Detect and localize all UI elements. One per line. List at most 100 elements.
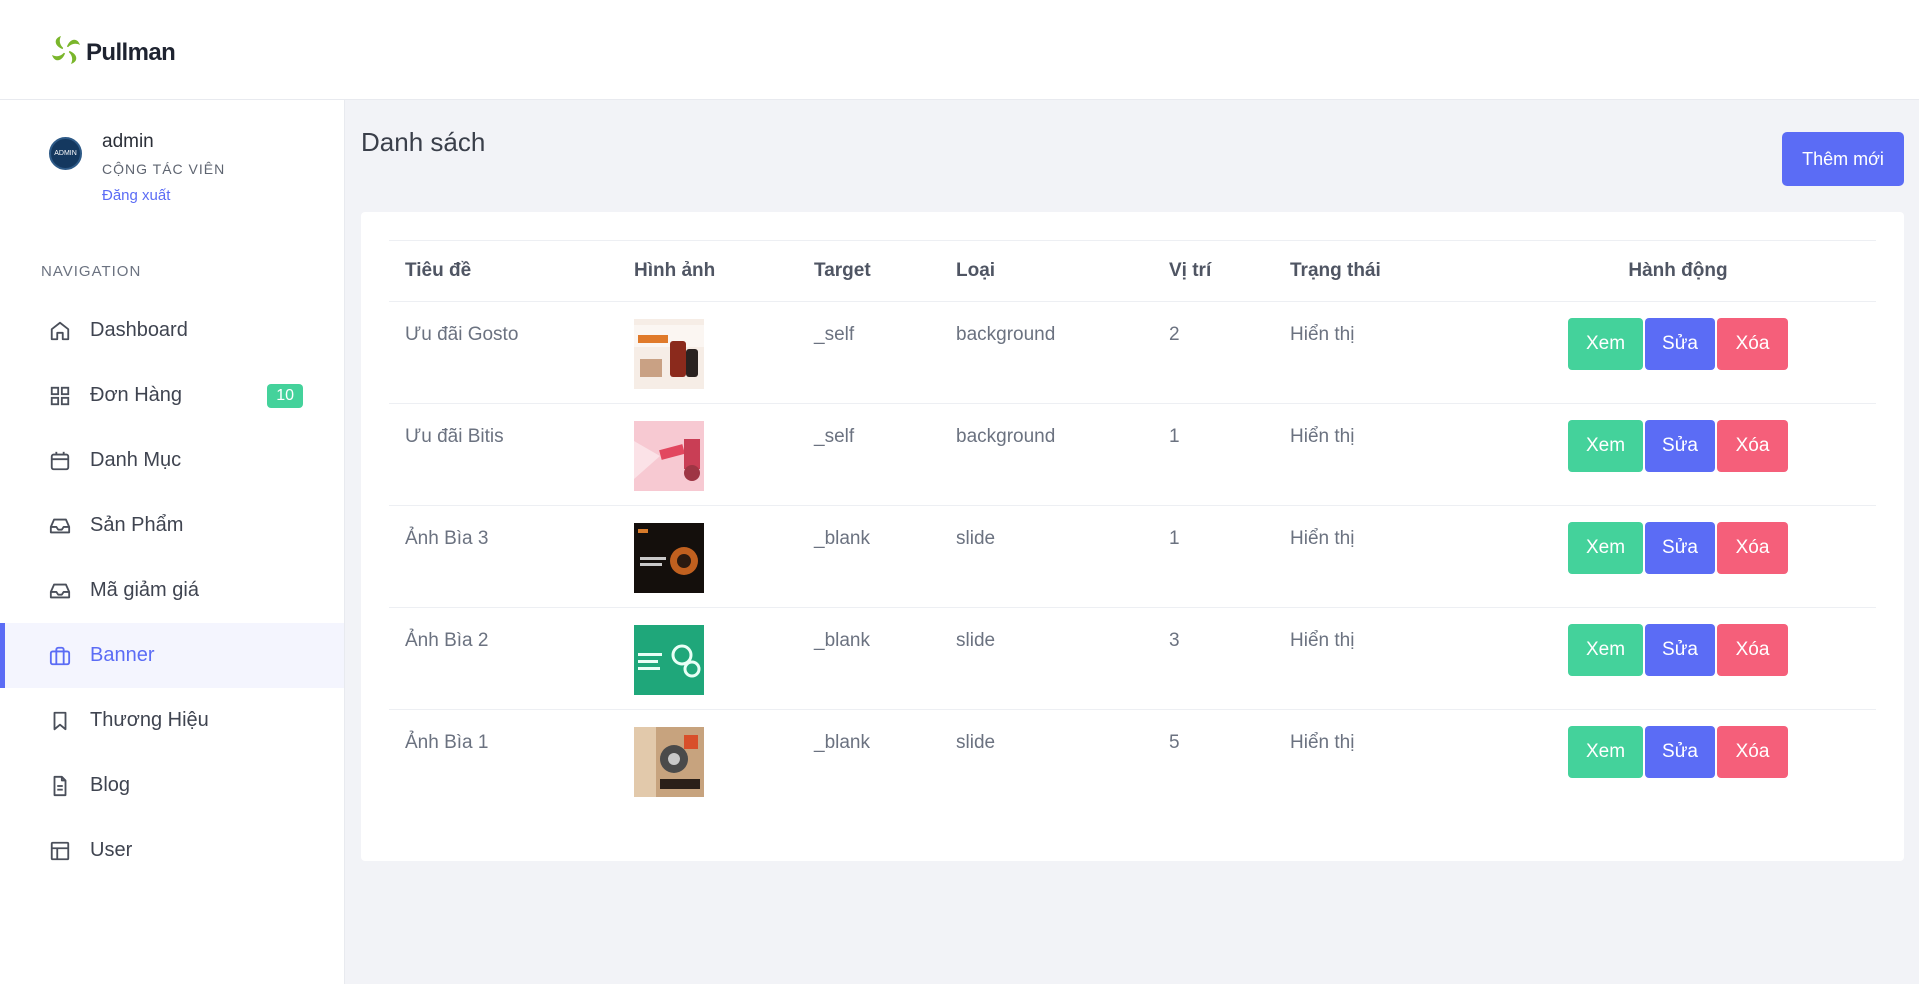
- delete-button[interactable]: Xóa: [1717, 522, 1788, 574]
- cell-actions: Xem Sửa Xóa: [1464, 403, 1876, 506]
- table-row: Ưu đãi Gosto _self background 2 Hiển thị…: [389, 301, 1876, 404]
- cell-position: 1: [1153, 505, 1274, 608]
- layout-icon: [49, 840, 71, 862]
- delete-button[interactable]: Xóa: [1717, 726, 1788, 778]
- sidebar-item-products[interactable]: Sản Phẩm: [0, 493, 344, 558]
- cell-title: Ảnh Bìa 1: [405, 732, 489, 753]
- cell-image: [618, 710, 798, 812]
- cell-position: 5: [1169, 732, 1180, 753]
- inbox-icon: [49, 580, 71, 602]
- cell-actions: Xem Sửa Xóa: [1464, 607, 1876, 710]
- cell-position: 3: [1153, 607, 1274, 710]
- cell-image: [618, 301, 798, 404]
- table-header-row: Tiêu đề Hình ảnh Target Loại Vị trí Trạn…: [389, 240, 1876, 302]
- banner-thumbnail[interactable]: [634, 421, 704, 491]
- cell-title: Ưu đãi Gosto: [389, 301, 618, 404]
- calendar-icon: [49, 450, 71, 472]
- briefcase-icon: [49, 645, 71, 667]
- home-icon: [49, 320, 71, 342]
- edit-button[interactable]: Sửa: [1645, 726, 1715, 778]
- cell-type: slide: [940, 607, 1153, 710]
- view-button[interactable]: Xem: [1568, 624, 1643, 676]
- cell-status: Hiển thị: [1290, 732, 1355, 753]
- cell-actions: Xem Sửa Xóa: [1464, 301, 1876, 404]
- cell-actions: Xem Sửa Xóa: [1464, 710, 1876, 812]
- cell-image: [618, 403, 798, 506]
- sidebar-item-user[interactable]: User: [0, 818, 344, 883]
- column-header-title[interactable]: Tiêu đề: [389, 240, 618, 302]
- column-header-position[interactable]: Vị trí: [1153, 240, 1274, 302]
- logout-link[interactable]: Đăng xuất: [102, 187, 170, 204]
- cell-image: [618, 607, 798, 710]
- sidebar-item-label: User: [90, 839, 133, 861]
- banner-table: Tiêu đề Hình ảnh Target Loại Vị trí Trạn…: [389, 240, 1876, 812]
- nav-list: Dashboard Đơn Hàng 10 Danh Mục Sản Phẩm: [0, 298, 344, 883]
- cell-title: Ảnh Bìa 3: [389, 505, 618, 608]
- column-header-type[interactable]: Loại: [940, 240, 1153, 302]
- leaf-swirl-icon: [49, 33, 83, 72]
- page-title: Danh sách: [361, 127, 486, 157]
- avatar[interactable]: ADMIN: [49, 137, 82, 170]
- view-button[interactable]: Xem: [1568, 726, 1643, 778]
- column-header-target[interactable]: Target: [798, 240, 940, 302]
- cell-target: _blank: [798, 505, 940, 608]
- sidebar-item-dashboard[interactable]: Dashboard: [0, 298, 344, 363]
- sidebar-item-label: Dashboard: [90, 319, 188, 341]
- delete-button[interactable]: Xóa: [1717, 420, 1788, 472]
- banner-thumbnail[interactable]: [634, 319, 704, 389]
- inbox-icon: [49, 515, 71, 537]
- view-button[interactable]: Xem: [1568, 318, 1643, 370]
- user-name: admin: [102, 131, 154, 152]
- column-header-image[interactable]: Hình ảnh: [618, 240, 798, 302]
- cell-status: Hiển thị: [1274, 505, 1464, 608]
- sidebar-item-label: Mã giảm giá: [90, 579, 199, 601]
- cell-target: _self: [798, 403, 940, 506]
- sidebar-item-banner[interactable]: Banner: [0, 623, 344, 688]
- cell-status: Hiển thị: [1274, 607, 1464, 710]
- delete-button[interactable]: Xóa: [1717, 624, 1788, 676]
- edit-button[interactable]: Sửa: [1645, 624, 1715, 676]
- sidebar-item-brands[interactable]: Thương Hiệu: [0, 688, 344, 753]
- cell-type: background: [940, 301, 1153, 404]
- brand-logo[interactable]: Pullman: [49, 33, 176, 72]
- edit-button[interactable]: Sửa: [1645, 522, 1715, 574]
- cell-target: _self: [798, 301, 940, 404]
- cell-actions: Xem Sửa Xóa: [1464, 505, 1876, 608]
- sidebar-item-orders[interactable]: Đơn Hàng 10: [0, 363, 344, 428]
- banner-thumbnail[interactable]: [634, 625, 704, 695]
- sidebar-item-label: Sản Phẩm: [90, 514, 184, 536]
- table-row: Ảnh Bìa 3 _blank slide 1 Hiển thị Xem Sử…: [389, 505, 1876, 608]
- delete-button[interactable]: Xóa: [1717, 318, 1788, 370]
- table-row: Ưu đãi Bitis _self background 1 Hiển thị…: [389, 403, 1876, 506]
- brand-name: Pullman: [86, 38, 176, 66]
- view-button[interactable]: Xem: [1568, 522, 1643, 574]
- banner-thumbnail[interactable]: [634, 727, 704, 797]
- sidebar-item-label: Đơn Hàng: [90, 384, 183, 406]
- cell-status: Hiển thị: [1274, 403, 1464, 506]
- cell-target: _blank: [798, 607, 940, 710]
- cell-title: Ảnh Bìa 2: [389, 607, 618, 710]
- edit-button[interactable]: Sửa: [1645, 420, 1715, 472]
- cell-type: slide: [940, 505, 1153, 608]
- edit-button[interactable]: Sửa: [1645, 318, 1715, 370]
- sidebar-item-coupons[interactable]: Mã giảm giá: [0, 558, 344, 623]
- sidebar-item-categories[interactable]: Danh Mục: [0, 428, 344, 493]
- column-header-actions: Hành động: [1464, 240, 1876, 302]
- cell-image: [618, 505, 798, 608]
- view-button[interactable]: Xem: [1568, 420, 1643, 472]
- sidebar-item-label: Blog: [90, 774, 131, 796]
- banner-thumbnail[interactable]: [634, 523, 704, 593]
- cell-title: Ưu đãi Bitis: [389, 403, 618, 506]
- add-new-button[interactable]: Thêm mới: [1782, 132, 1904, 186]
- sidebar-item-label: Banner: [90, 644, 155, 666]
- user-role: CỘNG TÁC VIÊN: [102, 161, 226, 177]
- grid-icon: [49, 385, 71, 407]
- cell-type: slide: [956, 732, 996, 753]
- sidebar-item-label: Danh Mục: [90, 449, 182, 471]
- table-row: Ảnh Bìa 2 _blank slide 3 Hiển thị Xem Sử…: [389, 607, 1876, 710]
- column-header-status[interactable]: Trạng thái: [1274, 240, 1464, 302]
- avatar-text: ADMIN: [54, 150, 77, 157]
- sidebar-item-blog[interactable]: Blog: [0, 753, 344, 818]
- table-row: Ảnh Bìa 1 _blank slide 5 Hiển thị Xem Sử…: [389, 710, 1876, 812]
- cell-position: 1: [1153, 403, 1274, 506]
